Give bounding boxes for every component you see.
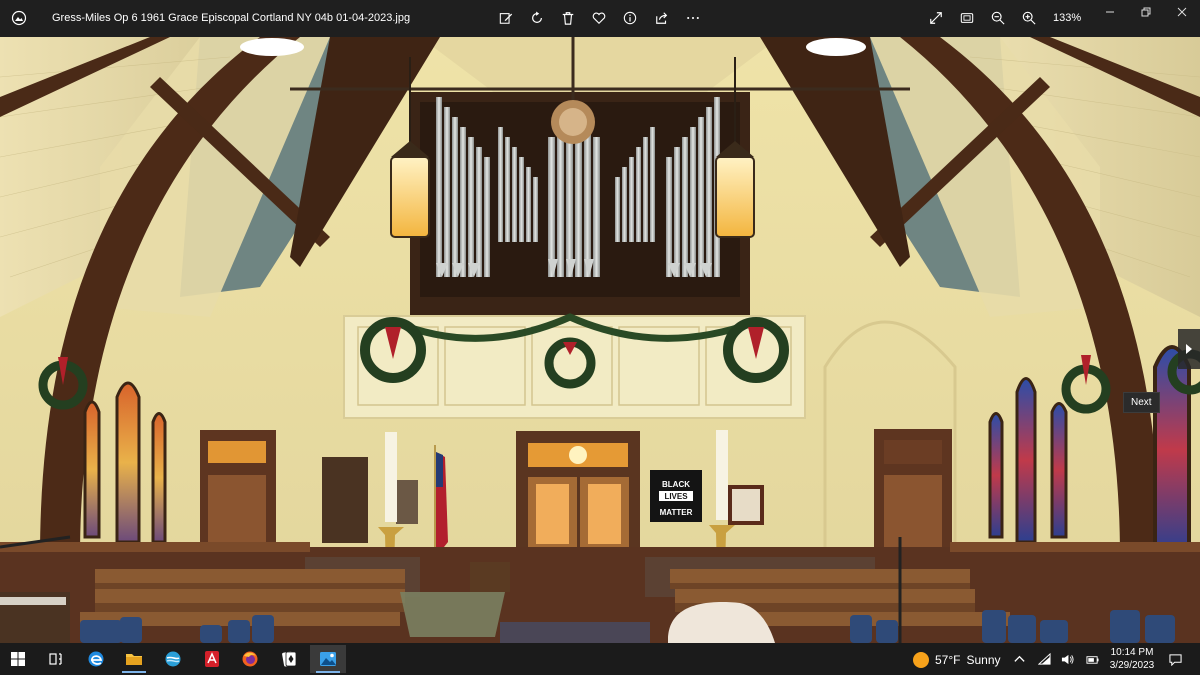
solitaire-icon[interactable] <box>271 645 307 673</box>
share-icon[interactable] <box>653 9 671 27</box>
fullscreen-icon[interactable] <box>927 9 945 27</box>
notifications-icon[interactable] <box>1168 652 1182 666</box>
mail-icon[interactable] <box>155 645 191 673</box>
banner-text-line2: LIVES <box>664 492 688 501</box>
next-image-button[interactable] <box>1178 329 1200 369</box>
weather-temp: 57°F <box>935 653 961 667</box>
running-indicator <box>122 671 146 673</box>
favorite-icon[interactable] <box>590 9 608 27</box>
photos-app-icon <box>11 10 27 26</box>
title-bar: Gress-Miles Op 6 1961 Grace Episcopal Co… <box>0 0 1200 37</box>
clock-date: 3/29/2023 <box>1109 660 1155 671</box>
clock-time: 10:14 PM <box>1110 647 1154 658</box>
battery-icon[interactable] <box>1085 652 1099 666</box>
fit-window-icon[interactable] <box>958 9 976 27</box>
delete-icon[interactable] <box>559 9 577 27</box>
zoom-in-icon[interactable] <box>1020 9 1038 27</box>
edit-icon[interactable] <box>497 9 515 27</box>
next-tooltip: Next <box>1123 392 1160 413</box>
rotate-icon[interactable] <box>528 9 546 27</box>
taskbar: 57°F Sunny 10:14 PM 3/29/2023 <box>0 643 1200 675</box>
more-icon[interactable] <box>684 9 702 27</box>
volume-icon[interactable] <box>1060 652 1074 666</box>
system-clock[interactable]: 10:14 PM 3/29/2023 <box>1104 646 1160 672</box>
banner-text-line3: MATTER <box>660 508 693 517</box>
photos-app-window: Gress-Miles Op 6 1961 Grace Episcopal Co… <box>0 0 1200 675</box>
weather-widget[interactable]: 57°F Sunny <box>913 651 1001 669</box>
zoom-out-icon[interactable] <box>989 9 1007 27</box>
edge-legacy-icon[interactable] <box>78 645 114 673</box>
zoom-level[interactable]: 133% <box>1053 12 1081 24</box>
windows-start-icon[interactable] <box>0 645 36 673</box>
banner-text-line1: BLACK <box>662 480 690 489</box>
acrobat-icon[interactable] <box>194 645 230 673</box>
photos-icon[interactable] <box>310 645 346 673</box>
close-icon[interactable] <box>1170 4 1194 20</box>
active-indicator <box>316 671 340 673</box>
info-icon[interactable] <box>621 9 639 27</box>
restore-icon[interactable] <box>1134 4 1158 20</box>
wifi-icon[interactable] <box>1037 652 1051 666</box>
firefox-icon[interactable] <box>232 645 268 673</box>
chevron-up-icon[interactable] <box>1012 652 1026 666</box>
photo-viewport[interactable]: BLACK LIVES MATTER Next <box>0 37 1200 643</box>
weather-text: Sunny <box>966 653 1001 667</box>
task-view-icon[interactable] <box>38 645 74 673</box>
church-interior-photo: BLACK LIVES MATTER <box>0 37 1200 643</box>
file-name: Gress-Miles Op 6 1961 Grace Episcopal Co… <box>52 12 411 24</box>
sunny-icon <box>913 652 929 668</box>
file-explorer-icon[interactable] <box>116 645 152 673</box>
minimize-icon[interactable] <box>1098 4 1122 20</box>
